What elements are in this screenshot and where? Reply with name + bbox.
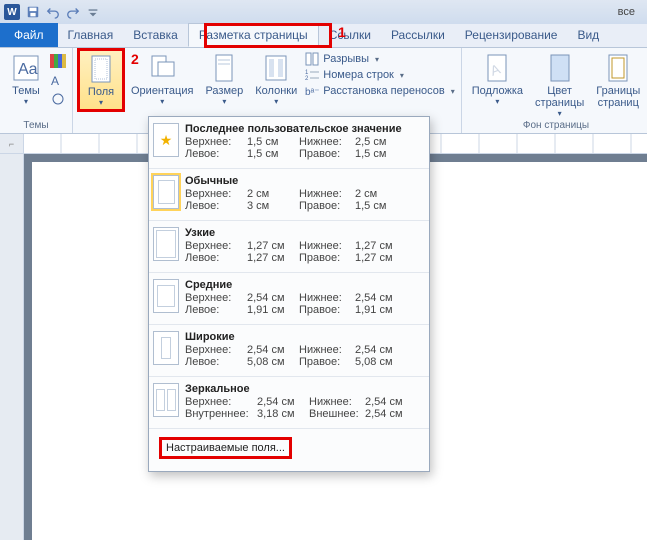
margins-icon [85,53,117,85]
columns-icon [260,52,292,84]
svg-text:bᵃ⁻: bᵃ⁻ [305,87,319,98]
orientation-icon [146,52,178,84]
page-color-button[interactable]: Цвет страницы▾ [531,50,588,120]
svg-text:A: A [51,74,59,87]
preset-last-custom[interactable]: ★ Последнее пользовательское значение Ве… [149,117,429,168]
title-bar: W все [0,0,647,24]
tab-file[interactable]: Файл [0,23,58,47]
size-button[interactable]: Размер▾ [201,50,247,108]
breaks-button[interactable]: Разрывы▾ [305,52,455,66]
size-icon [208,52,240,84]
tab-mailings[interactable]: Рассылки [381,23,455,47]
theme-fonts-button[interactable]: A [50,73,66,90]
theme-effects-button[interactable] [50,92,66,109]
preset-thumb-icon [153,279,179,313]
title-text: все [618,6,643,18]
vertical-ruler[interactable] [0,154,24,540]
undo-button[interactable] [44,3,62,21]
annotation-box-1 [204,23,332,48]
quick-access-toolbar [24,3,102,21]
columns-button[interactable]: Колонки▾ [251,50,301,108]
themes-button[interactable]: Aa Темы▾ [6,50,46,108]
preset-normal[interactable]: Обычные Верхнее:2 смНижнее:2 см Левое:3 … [149,168,429,220]
ruler-corner: ⌐ [0,134,24,153]
hyphenation-button[interactable]: bᵃ⁻Расстановка переносов▾ [305,84,455,98]
redo-button[interactable] [64,3,82,21]
group-themes: Aa Темы▾ A Темы [0,48,73,133]
watermark-button[interactable]: A Подложка▾ [468,50,527,108]
breaks-icon [305,52,319,66]
preset-moderate[interactable]: Средние Верхнее:2,54 смНижнее:2,54 см Ле… [149,272,429,324]
svg-text:2: 2 [305,76,309,82]
qat-customize-button[interactable] [84,3,102,21]
group-page-background: A Подложка▾ Цвет страницы▾ Границы стран… [462,48,647,133]
preset-thumb-icon [153,331,179,365]
preset-thumb-icon [153,227,179,261]
watermark-icon: A [481,52,513,84]
page-borders-button[interactable]: Границы страниц [592,50,644,111]
preset-narrow[interactable]: Узкие Верхнее:1,27 смНижнее:1,27 см Лево… [149,220,429,272]
tab-home[interactable]: Главная [58,23,124,47]
preset-thumb-icon: ★ [153,123,179,157]
tab-view[interactable]: Вид [567,23,609,47]
custom-margins-item[interactable]: Настраиваемые поля... [149,428,429,467]
page-color-icon [544,52,576,84]
line-numbers-icon: 12 [305,68,319,82]
svg-text:Aa: Aa [18,61,38,78]
page-borders-icon [602,52,634,84]
preset-wide[interactable]: Широкие Верхнее:2,54 смНижнее:2,54 см Ле… [149,324,429,376]
themes-icon: Aa [10,52,42,84]
preset-thumb-icon [153,383,179,417]
preset-mirrored[interactable]: Зеркальное Верхнее:2,54 смНижнее:2,54 см… [149,376,429,428]
annotation-num-2: 2 [131,51,139,67]
group-label-themes: Темы [23,120,48,133]
theme-colors-button[interactable] [50,54,66,71]
tab-insert[interactable]: Вставка [123,23,188,47]
margins-button[interactable]: Поля▾ [79,50,123,110]
hyphenation-icon: bᵃ⁻ [305,84,319,98]
group-label-page-bg: Фон страницы [523,120,589,133]
tab-review[interactable]: Рецензирование [455,23,568,47]
preset-thumb-icon [153,175,179,209]
save-button[interactable] [24,3,42,21]
line-numbers-button[interactable]: 12Номера строк▾ [305,68,455,82]
annotation-num-1: 1 [338,24,346,40]
word-icon: W [4,4,20,20]
margins-dropdown: ★ Последнее пользовательское значение Ве… [148,116,430,472]
